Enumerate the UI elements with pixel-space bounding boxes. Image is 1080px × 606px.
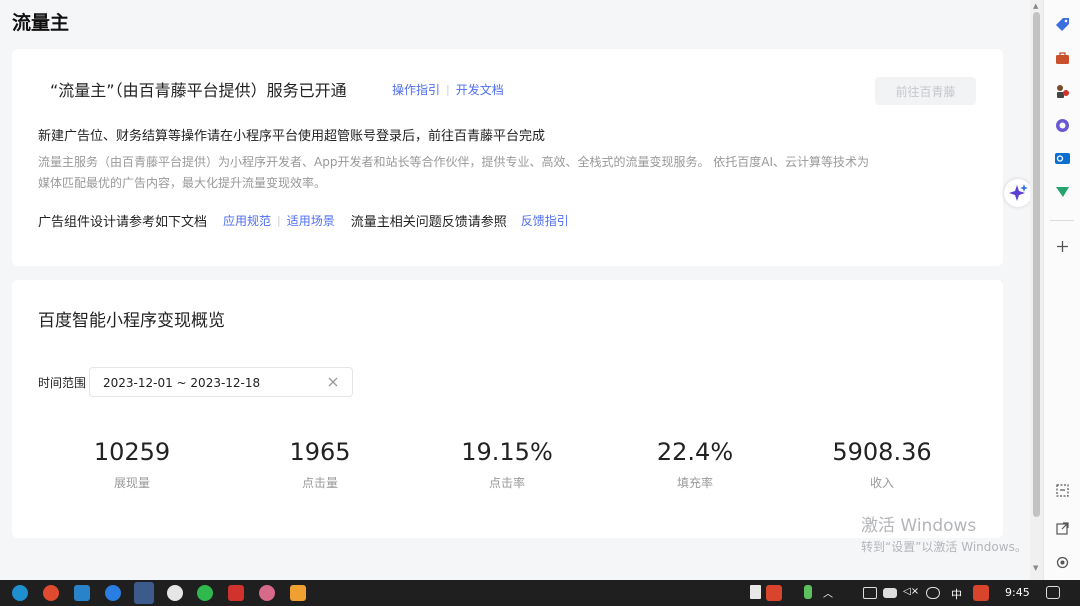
feedback-link[interactable]: 反馈指引	[521, 212, 569, 229]
time-range-label: 时间范围	[38, 376, 87, 390]
doc-row: 广告组件设计请参考如下文档 应用规范 | 适用场景 流量主相关问题反馈请参照 反…	[38, 211, 569, 230]
toolbox-icon[interactable]	[1054, 50, 1071, 67]
overview-card: 百度智能小程序变现概览 时间范围 2023-12-01 ~ 2023-12-18…	[12, 280, 1003, 538]
goto-baiqingteng-button[interactable]: 前往百青藤	[875, 77, 976, 105]
external-link-icon[interactable]	[1054, 520, 1071, 537]
service-links: 操作指引 | 开发文档	[392, 81, 504, 98]
metric-revenue: 5908.36 收入	[802, 438, 962, 491]
metric-label: 填充率	[676, 476, 713, 490]
games-icon[interactable]	[1054, 83, 1071, 100]
metric-value: 5908.36	[832, 438, 932, 466]
outlook-icon[interactable]	[1054, 150, 1071, 167]
chevron-up-icon[interactable]: ︿	[823, 585, 833, 600]
app-icon[interactable]	[74, 585, 90, 601]
active-app-icon[interactable]	[134, 582, 154, 604]
side-panel-divider	[1050, 220, 1074, 221]
metric-value: 22.4%	[656, 438, 734, 466]
screenshot-icon[interactable]	[1054, 482, 1071, 499]
metric-fill-rate: 22.4% 填充率	[615, 438, 775, 491]
send-icon[interactable]	[1054, 183, 1071, 200]
close-icon[interactable]	[326, 375, 340, 389]
clock[interactable]: 9:45	[1005, 586, 1030, 599]
ime-indicator[interactable]: 中	[951, 586, 962, 602]
watermark-title: 激活 Windows	[861, 516, 977, 536]
guide-link[interactable]: 操作指引	[392, 81, 440, 98]
sogou-icon[interactable]	[766, 585, 782, 601]
volume-icon[interactable]: ◁×	[903, 586, 919, 597]
scene-link[interactable]: 适用场景	[287, 212, 335, 229]
dev-doc-link[interactable]: 开发文档	[456, 81, 504, 98]
browser-side-panel	[1043, 0, 1080, 580]
app-icon[interactable]	[228, 585, 244, 601]
watermark-subtitle: 转到“设置”以激活 Windows。	[861, 540, 1027, 554]
metric-value: 1965	[289, 438, 351, 466]
app-icon[interactable]	[290, 585, 306, 601]
date-range-value: 2023-12-01 ~ 2023-12-18	[103, 376, 261, 390]
main-area: 流量主 “流量主”（由百青藤平台提供）服务已开通 操作指引 | 开发文档 前往百…	[0, 0, 1030, 580]
spec-link[interactable]: 应用规范	[223, 212, 271, 229]
metric-impressions: 10259 展现量	[52, 438, 212, 491]
link-divider: |	[277, 214, 281, 227]
link-divider: |	[446, 83, 450, 96]
wechat-icon[interactable]	[197, 585, 213, 601]
scroll-up-icon[interactable]: ▲	[1033, 2, 1038, 10]
add-icon[interactable]	[1054, 238, 1071, 255]
metric-label: 展现量	[113, 476, 150, 490]
metric-label: 点击量	[301, 476, 338, 490]
browser-icon[interactable]	[105, 585, 121, 601]
scroll-down-icon[interactable]: ▼	[1033, 564, 1038, 572]
service-title: “流量主”（由百青藤平台提供）服务已开通	[50, 81, 347, 100]
app-icon[interactable]	[259, 585, 275, 601]
tray-app-icon[interactable]	[750, 585, 761, 599]
page-title: 流量主	[12, 12, 70, 34]
service-notice: 新建广告位、财务结算等操作请在小程序平台使用超管账号登录后，前往百青藤平台完成	[38, 129, 546, 144]
service-card: “流量主”（由百青藤平台提供）服务已开通 操作指引 | 开发文档 前往百青藤 新…	[12, 49, 1003, 266]
metric-clicks: 1965 点击量	[240, 438, 400, 491]
settings-icon[interactable]	[1054, 554, 1071, 571]
notification-icon[interactable]	[1046, 586, 1060, 599]
settings-icon[interactable]	[167, 585, 183, 601]
sogou-ime-icon[interactable]	[973, 585, 989, 601]
date-range-picker[interactable]: 2023-12-01 ~ 2023-12-18	[89, 367, 353, 397]
chrome-icon[interactable]	[43, 585, 59, 601]
metric-value: 10259	[93, 438, 171, 466]
feedback-intro: 流量主相关问题反馈请参照	[350, 215, 507, 230]
sparkle-icon	[1009, 184, 1028, 201]
overview-title: 百度智能小程序变现概览	[38, 311, 225, 331]
copilot-app-icon[interactable]	[1054, 117, 1071, 134]
metric-value: 19.15%	[461, 438, 553, 466]
metric-label: 点击率	[488, 476, 525, 490]
metric-label: 收入	[869, 476, 894, 490]
network-icon[interactable]	[863, 587, 877, 599]
tag-icon[interactable]	[1054, 16, 1071, 33]
power-icon[interactable]	[883, 588, 897, 598]
activation-watermark: 激活 Windows 转到“设置”以激活 Windows。	[861, 511, 1027, 555]
edge-browser-icon[interactable]	[12, 585, 28, 601]
metric-ctr: 19.15% 点击率	[427, 438, 587, 491]
taskbar: ︿ ◁× 中 9:45	[0, 580, 1080, 606]
battery-icon[interactable]	[804, 585, 812, 599]
doc-intro: 广告组件设计请参考如下文档	[38, 215, 208, 230]
service-description: 流量主服务（由百青藤平台提供）为小程序开发者、App开发者和站长等合作伙伴，提供…	[38, 155, 870, 190]
scrollbar-thumb[interactable]	[1033, 12, 1040, 517]
copilot-button[interactable]	[1004, 179, 1032, 207]
pen-icon[interactable]	[926, 587, 940, 599]
